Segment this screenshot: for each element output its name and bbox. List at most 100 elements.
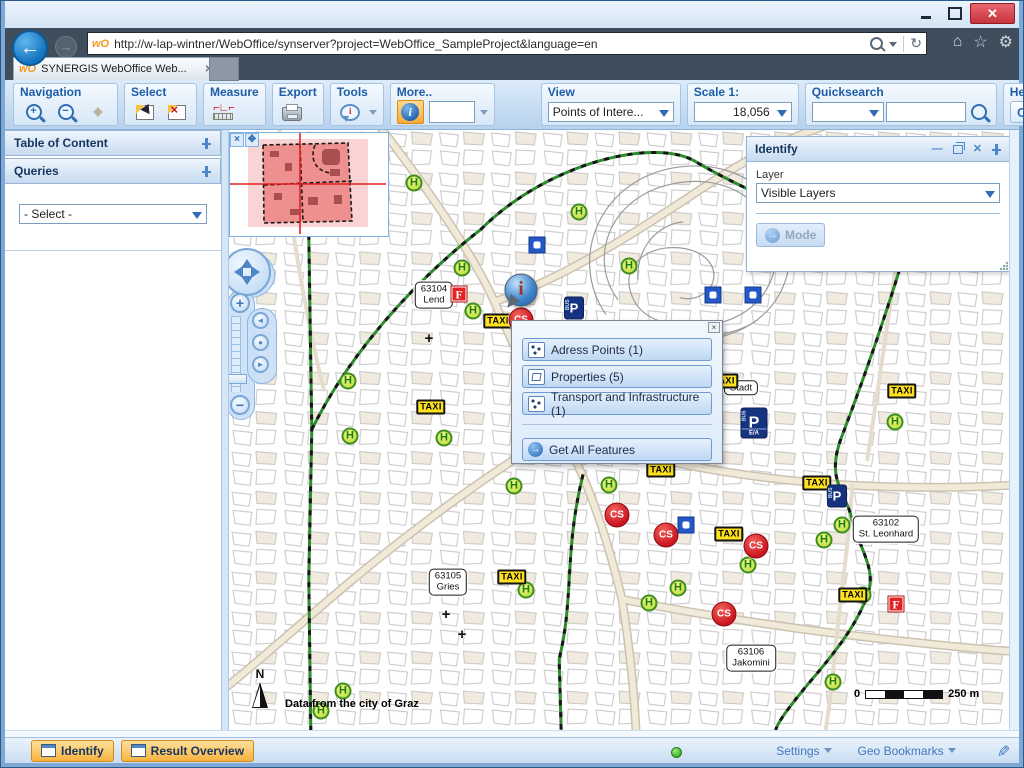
bus-stop-marker[interactable]: H <box>621 258 638 275</box>
bus-stop-marker[interactable]: H <box>834 517 851 534</box>
identify-tool-button[interactable]: i <box>397 100 424 124</box>
bus-stop-marker[interactable]: H <box>641 595 658 612</box>
taxi-marker[interactable]: TAXI <box>497 570 526 585</box>
get-all-features-button[interactable]: → Get All Features <box>522 438 712 461</box>
taxi-marker[interactable]: TAXI <box>416 400 445 415</box>
taxi-marker[interactable]: TAXI <box>646 463 675 478</box>
museum-marker[interactable] <box>745 287 762 304</box>
mode-button[interactable]: → Mode <box>756 223 825 247</box>
pan-down-icon[interactable] <box>241 276 253 291</box>
museum-marker[interactable] <box>529 237 546 254</box>
bus-stop-marker[interactable]: H <box>571 204 588 221</box>
identify-layer-result-button[interactable]: Properties (5) <box>522 365 712 388</box>
bus-stop-marker[interactable]: H <box>406 175 423 192</box>
refresh-icon[interactable]: ↻ <box>910 35 922 52</box>
sidebar-panel-table-of-content[interactable]: Table of Content <box>5 130 221 156</box>
search-icon[interactable] <box>870 37 883 50</box>
settings-menu[interactable]: Settings <box>776 744 831 758</box>
pin-icon[interactable] <box>202 138 211 149</box>
quicksearch-button[interactable] <box>968 100 990 124</box>
result-overview-tab[interactable]: Result Overview <box>121 740 254 762</box>
panel-resize-grip[interactable] <box>999 261 1008 270</box>
window-minimize-button[interactable] <box>912 3 939 24</box>
overview-move-button[interactable]: ✥ <box>245 133 259 147</box>
parking-marker[interactable]: BUSP <box>827 485 847 508</box>
measure-button[interactable]: ⌐∟⌐ <box>210 100 237 124</box>
zoom-out-button[interactable]: − <box>52 100 79 124</box>
bus-stop-marker[interactable]: H <box>825 674 842 691</box>
church-marker[interactable]: + <box>425 332 434 346</box>
map-canvas[interactable]: HHHHHHHHHHHHHHHHHHHHHHTAXITAXITAXITAXITA… <box>229 130 1009 730</box>
taxi-marker[interactable]: TAXI <box>714 527 743 542</box>
select-features-button[interactable] <box>131 100 158 124</box>
geo-bookmarks-menu[interactable]: Geo Bookmarks <box>858 744 956 758</box>
previous-extent-button[interactable]: ◄ <box>252 312 269 329</box>
zoom-in-button[interactable]: + <box>20 100 47 124</box>
overview-close-button[interactable]: × <box>230 133 244 147</box>
more-combobox[interactable] <box>429 101 475 123</box>
overview-map[interactable]: × ✥ <box>229 132 389 237</box>
zoom-slider-handle[interactable] <box>229 374 247 384</box>
identify-result-tab[interactable]: Identify <box>31 740 114 762</box>
home-icon[interactable]: ⌂ <box>953 33 963 51</box>
layer-select[interactable]: Visible Layers <box>756 183 1000 203</box>
url-text[interactable]: http://w-lap-wintner/WebOffice/synserver… <box>114 37 865 51</box>
bus-stop-marker[interactable]: H <box>436 430 453 447</box>
back-button[interactable]: ← <box>12 30 48 66</box>
zoom-in-widget-button[interactable]: + <box>230 293 250 313</box>
sidebar-panel-queries[interactable]: Queries <box>5 158 221 184</box>
bus-stop-marker[interactable]: H <box>335 683 352 700</box>
fuel-station-marker[interactable]: CS <box>654 523 679 548</box>
parking-marker[interactable]: BUSPE/A <box>741 408 768 439</box>
identify-layer-result-button[interactable]: Transport and Infrastructure (1) <box>522 392 712 415</box>
copyright-button[interactable]: C <box>1010 101 1024 123</box>
panel-close-icon[interactable]: ✕ <box>973 144 982 154</box>
print-button[interactable] <box>279 100 306 124</box>
window-maximize-button[interactable] <box>941 3 968 24</box>
favorites-star-icon[interactable]: ☆ <box>973 32 987 52</box>
church-marker[interactable]: + <box>442 608 451 622</box>
redline-pen-icon[interactable]: ✎ <box>992 744 1012 757</box>
window-close-button[interactable]: ✕ <box>970 3 1015 24</box>
museum-marker[interactable] <box>705 287 722 304</box>
panel-restore-icon[interactable] <box>953 145 963 154</box>
fuel-station-marker[interactable]: CS <box>605 503 630 528</box>
bus-stop-marker[interactable]: H <box>454 260 471 277</box>
fuel-station-marker[interactable]: CS <box>712 602 737 627</box>
fire-station-marker[interactable]: F <box>889 597 904 612</box>
pan-button[interactable] <box>84 100 111 124</box>
pan-right-icon[interactable] <box>251 266 266 278</box>
identify-result-marker[interactable]: i <box>505 274 538 307</box>
pin-icon[interactable] <box>202 166 211 177</box>
tools-dropdown-icon[interactable] <box>369 110 377 119</box>
address-bar[interactable]: wO http://w-lap-wintner/WebOffice/synser… <box>87 32 927 55</box>
identify-panel-header[interactable]: Identify — ✕ <box>747 137 1009 162</box>
bus-stop-marker[interactable]: H <box>506 478 523 495</box>
panel-minimize-icon[interactable]: — <box>932 144 943 154</box>
fire-station-marker[interactable]: F <box>452 287 467 302</box>
scale-input[interactable]: 18,056 <box>694 102 792 122</box>
bus-stop-marker[interactable]: H <box>670 580 687 597</box>
popup-close-icon[interactable]: × <box>708 322 720 333</box>
maptip-button[interactable]: i <box>337 100 364 124</box>
sidebar-splitter[interactable] <box>222 130 229 730</box>
fuel-station-marker[interactable]: CS <box>744 534 769 559</box>
bus-stop-marker[interactable]: H <box>601 477 618 494</box>
church-marker[interactable]: + <box>458 628 467 642</box>
bus-stop-marker[interactable]: H <box>740 557 757 574</box>
address-dropdown-icon[interactable] <box>889 42 897 51</box>
bus-stop-marker[interactable]: H <box>887 414 904 431</box>
next-extent-button[interactable]: ► <box>252 356 269 373</box>
identify-layer-result-button[interactable]: Adress Points (1) <box>522 338 712 361</box>
query-select[interactable]: - Select - <box>19 204 207 224</box>
browser-tab[interactable]: wO SYNERGIS WebOffice Web... ✕ <box>13 57 219 80</box>
parking-marker[interactable]: BUSP <box>564 297 584 320</box>
bus-stop-marker[interactable]: H <box>465 303 482 320</box>
settings-gear-icon[interactable]: ⚙ <box>999 32 1013 52</box>
zoom-out-widget-button[interactable]: − <box>230 395 250 415</box>
forward-button[interactable]: → <box>55 36 77 58</box>
pan-left-icon[interactable] <box>229 266 243 278</box>
taxi-marker[interactable]: TAXI <box>887 384 916 399</box>
more-dropdown-icon[interactable] <box>480 110 488 119</box>
panel-pin-icon[interactable] <box>992 144 1001 155</box>
